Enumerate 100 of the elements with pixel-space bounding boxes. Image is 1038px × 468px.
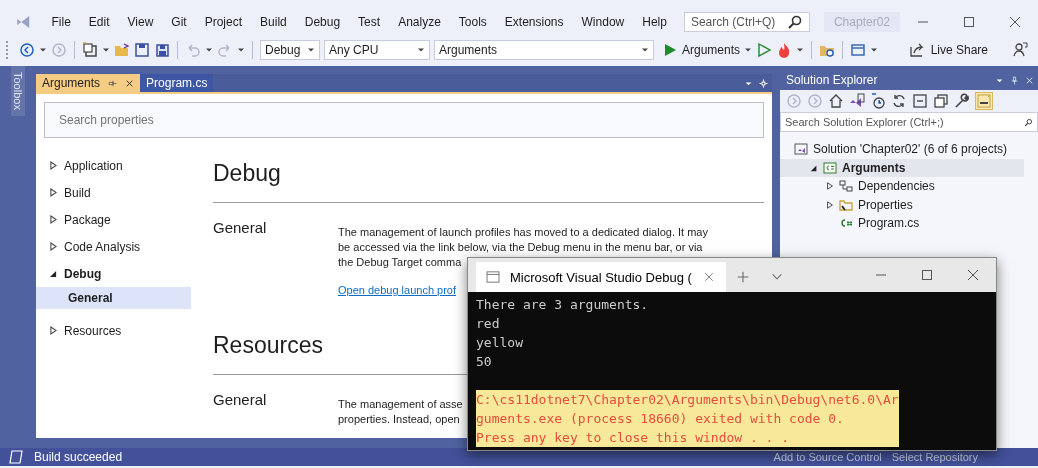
nav-item[interactable]: Debug [36, 260, 191, 287]
menu-item[interactable]: Help [633, 15, 676, 29]
close-icon [965, 267, 981, 283]
dependencies-icon [839, 180, 853, 193]
menu-item[interactable]: Debug [295, 15, 350, 29]
menu-item[interactable]: Test [349, 15, 390, 29]
configuration-dropdown[interactable]: Debug [260, 40, 320, 60]
collapse-arrow-icon [810, 163, 818, 172]
platform-dropdown[interactable]: Any CPU [324, 40, 430, 60]
tree-item[interactable]: Dependencies [780, 177, 1024, 196]
close-icon [1007, 14, 1023, 30]
sync-icon[interactable] [891, 93, 907, 109]
search-icon [1024, 117, 1033, 127]
description-text: the Debug Target comma [338, 255, 463, 270]
minimize-icon [876, 274, 886, 276]
nav-item[interactable]: Build [36, 179, 191, 206]
console-output: yellow [476, 334, 524, 352]
search-icon [786, 14, 803, 30]
tree-item[interactable]: Solution 'Chapter02' (6 of 6 projects) [780, 140, 1024, 159]
properties-folder-icon [839, 198, 853, 211]
console-output: There are 3 arguments. [476, 296, 650, 314]
status-icon [8, 449, 24, 465]
nav-item[interactable]: Code Analysis [36, 233, 191, 260]
startup-project-dropdown[interactable]: Arguments [434, 40, 654, 60]
caret-icon[interactable] [102, 46, 110, 54]
feedback-icon[interactable] [1012, 42, 1028, 58]
search-field[interactable]: Search Solution Explorer (Ctrl+;) [780, 112, 1038, 132]
description-text: properties. Instead, open [338, 412, 461, 427]
caret-icon [641, 46, 649, 54]
menu-item[interactable]: Window [572, 15, 634, 29]
preview-icon[interactable] [975, 92, 993, 110]
menu-item[interactable]: File [42, 15, 80, 29]
document-tab[interactable]: Arguments [36, 74, 141, 92]
expand-arrow-icon [50, 326, 57, 335]
collapse-all-icon[interactable] [912, 93, 928, 109]
document-tab[interactable]: Program.cs [140, 74, 214, 92]
home-icon[interactable] [828, 93, 844, 109]
menu-item[interactable]: Analyze [389, 15, 450, 29]
menu-item[interactable]: Tools [449, 15, 496, 29]
tree-item[interactable]: Properties [780, 195, 1024, 214]
status-item[interactable]: Add to Source Control [773, 451, 882, 463]
console-tab[interactable]: Microsoft Visual Studio Debug ( [476, 262, 726, 292]
close-icon [125, 78, 135, 88]
status-item[interactable]: Select Repository [891, 451, 978, 463]
caret-icon[interactable] [744, 46, 753, 54]
pin-icon [108, 78, 118, 88]
open-folder-icon[interactable] [114, 42, 130, 58]
pin-icon[interactable] [1010, 75, 1019, 85]
nav-item[interactable]: General [36, 287, 191, 309]
new-item-icon[interactable] [82, 42, 98, 58]
live-share-button[interactable]: Live Share [908, 42, 988, 58]
clock-icon[interactable] [870, 93, 886, 109]
save-icon[interactable] [134, 42, 150, 58]
menu-item[interactable]: Build [251, 15, 296, 29]
caret-icon[interactable] [237, 46, 245, 54]
caret-icon [307, 46, 315, 54]
section-title: Resources [213, 332, 323, 360]
caret-icon[interactable] [205, 46, 213, 54]
save-all-icon[interactable] [154, 42, 170, 58]
copies-icon[interactable] [933, 93, 949, 109]
search-field[interactable]: Search properties [44, 102, 764, 138]
toolbox-tab[interactable]: Toolbox [11, 66, 25, 116]
terminal-icon [486, 271, 500, 283]
link[interactable]: Open debug launch prof [338, 284, 457, 296]
menu-item[interactable]: Git [162, 15, 196, 29]
caret-icon[interactable] [870, 46, 879, 54]
menu-item[interactable]: Extensions [495, 15, 573, 29]
caret-icon[interactable] [796, 46, 805, 54]
menu-item[interactable]: View [118, 15, 163, 29]
csharp-project-icon [823, 161, 837, 174]
expand-arrow-icon [50, 161, 57, 170]
description-text: The management of asse [338, 397, 463, 412]
caret-icon[interactable] [39, 46, 47, 54]
search-field[interactable]: Search (Ctrl+Q) [683, 12, 810, 32]
play-outline-icon[interactable] [756, 42, 773, 58]
play-icon [662, 42, 678, 58]
start-debugging-button[interactable]: Arguments [662, 42, 741, 58]
caret-icon [417, 46, 425, 54]
console-output: 50 [476, 353, 493, 371]
panel-title: Solution Explorer [786, 73, 878, 87]
console-exit-message: Press any key to close this window . . . [476, 429, 791, 447]
console-exit-message: C:\cs11dotnet7\Chapter02\Arguments\bin\Debug\net6.0\Ar [476, 391, 899, 409]
menu-item[interactable]: Edit [79, 15, 119, 29]
close-icon[interactable] [1025, 75, 1034, 85]
tree-item[interactable]: Program.cs [780, 214, 1024, 233]
nav-item[interactable]: Resources [36, 317, 191, 344]
nav-item[interactable]: Application [36, 152, 191, 179]
collapse-arrow-icon [50, 269, 57, 278]
expand-arrow-icon [50, 188, 57, 197]
menu-item[interactable]: Project [195, 15, 252, 29]
expand-arrow-icon [50, 215, 57, 224]
maximize-icon [961, 14, 977, 30]
tree-item[interactable]: Arguments [780, 158, 1024, 177]
description-text: be accessed via the link below, via the Debug menu in the menu bar, or via [338, 240, 704, 255]
console-output: red [476, 315, 501, 333]
group-heading: General [213, 219, 268, 238]
status-message: Build succeeded [34, 450, 123, 464]
window-icon[interactable] [850, 42, 867, 58]
nav-item[interactable]: Package [36, 206, 191, 233]
settings-icon[interactable] [759, 78, 768, 88]
